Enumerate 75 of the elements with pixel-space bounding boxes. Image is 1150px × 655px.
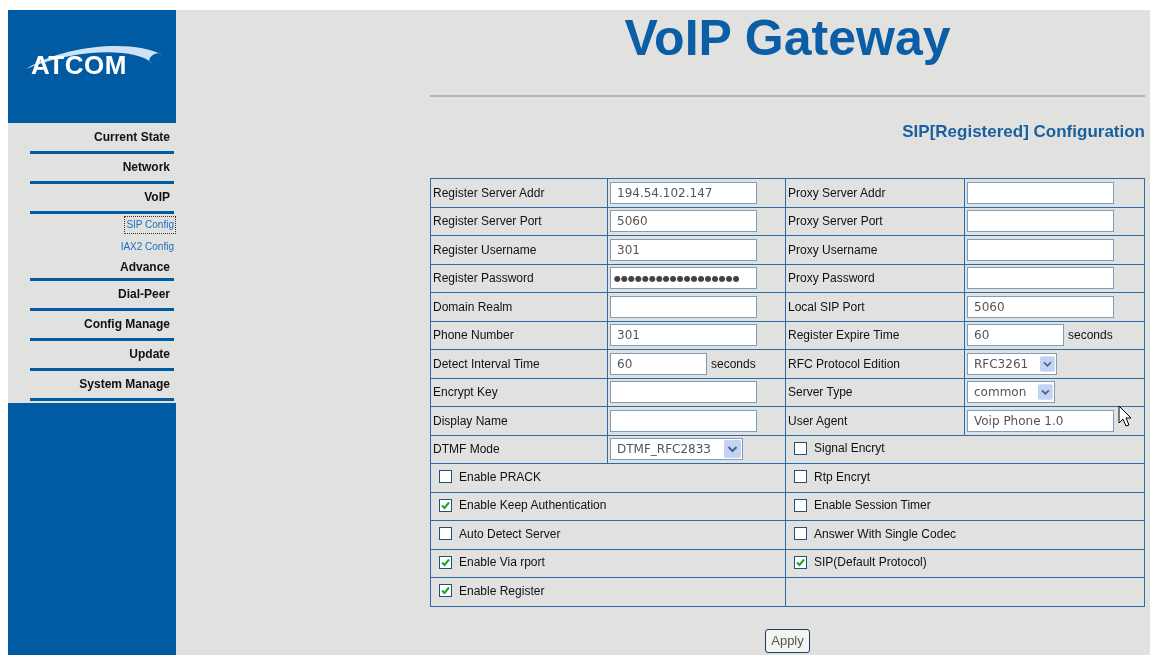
checked-checkbox[interactable] <box>439 584 452 597</box>
checkbox[interactable] <box>794 470 807 483</box>
dropdown[interactable]: common <box>967 381 1055 404</box>
page-title: VoIP Gateway <box>623 10 952 68</box>
input-field[interactable]: 194.54.102.147 <box>610 181 757 204</box>
input-field[interactable]: Voip Phone 1.0 <box>967 409 1114 432</box>
checkbox-option[interactable]: Enable Register <box>433 583 545 598</box>
input-field[interactable]: 5060 <box>967 295 1114 318</box>
checkbox-option[interactable]: Signal Encryt <box>788 441 885 455</box>
input-field[interactable] <box>610 295 757 318</box>
input-field[interactable]: 60 <box>967 324 1064 347</box>
input-field[interactable] <box>610 409 757 432</box>
field-label: Encrypt Key <box>433 385 498 400</box>
field-label: RFC Protocol Edition <box>788 356 901 371</box>
field-label: Display Name <box>433 413 508 428</box>
input-field[interactable] <box>967 267 1114 290</box>
sidebar-item[interactable]: Network <box>30 154 174 184</box>
input-field[interactable] <box>610 381 757 404</box>
input-field[interactable] <box>967 238 1114 261</box>
chevron-down-icon <box>1038 383 1053 402</box>
checkbox-option[interactable]: Rtp Encryt <box>788 469 870 484</box>
checkbox-option[interactable]: Enable Session Timer <box>788 498 931 512</box>
field-label: Register Password <box>433 271 534 286</box>
input-field[interactable]: 60 <box>610 352 707 375</box>
unit-label: seconds <box>711 356 756 371</box>
field-label: Detect Interval Time <box>433 356 540 371</box>
checkbox[interactable] <box>794 441 807 455</box>
field-label: User Agent <box>788 413 848 428</box>
field-label: Phone Number <box>433 328 514 343</box>
input-field[interactable]: 301 <box>610 238 757 261</box>
checkbox[interactable] <box>439 470 452 483</box>
sidebar-item[interactable]: Dial-Peer <box>30 281 174 311</box>
section-title: SIP[Registered] Configuration <box>902 122 1145 142</box>
checkbox[interactable] <box>794 498 807 512</box>
dropdown[interactable]: RFC3261 <box>967 352 1057 375</box>
sidebar-item[interactable]: Update <box>30 341 174 371</box>
field-label: Register Username <box>433 242 537 257</box>
checked-checkbox[interactable] <box>439 555 452 569</box>
checkbox[interactable] <box>794 527 807 540</box>
sidebar-item[interactable]: Advance <box>30 258 174 281</box>
field-label: Register Expire Time <box>788 328 900 343</box>
checkbox-option[interactable]: Enable Via rport <box>433 555 545 569</box>
chevron-down-icon <box>1040 354 1055 373</box>
field-label: Local SIP Port <box>788 299 865 314</box>
apply-button[interactable]: Apply <box>765 628 810 653</box>
sidebar-item[interactable]: Config Manage <box>30 311 174 341</box>
mouse-pointer-icon <box>1118 405 1132 427</box>
checkbox-option[interactable]: Enable PRACK <box>433 469 542 484</box>
password-field[interactable]: ●●●●●●●●●●●●●●●●●● <box>610 267 757 290</box>
input-field[interactable]: 5060 <box>610 210 757 233</box>
field-label: DTMF Mode <box>433 442 500 457</box>
input-field[interactable] <box>967 210 1114 233</box>
input-field[interactable] <box>967 181 1114 204</box>
chevron-down-icon <box>724 440 741 459</box>
sidebar-item[interactable]: Current State <box>30 124 174 154</box>
field-label: Proxy Username <box>788 242 878 257</box>
sidebar-item[interactable]: VoIP <box>30 184 174 214</box>
field-label: Domain Realm <box>433 299 513 314</box>
field-label: Register Server Port <box>433 214 542 229</box>
input-field[interactable]: 301 <box>610 324 757 347</box>
checkbox[interactable] <box>439 527 452 540</box>
unit-label: seconds <box>1068 328 1113 343</box>
field-label: Proxy Server Port <box>788 214 883 229</box>
sidebar-subitem[interactable]: SIP Config <box>124 216 176 234</box>
checked-checkbox[interactable] <box>439 498 452 512</box>
logo-text: ATCOM <box>31 50 127 81</box>
field-label: Register Server Addr <box>433 185 545 200</box>
field-label: Server Type <box>788 385 853 400</box>
dropdown[interactable]: DTMF_RFC2833 <box>610 438 743 461</box>
field-label: Proxy Server Addr <box>788 185 886 200</box>
field-label: Proxy Password <box>788 271 875 286</box>
checked-checkbox[interactable] <box>794 555 807 569</box>
checkbox-option[interactable]: Auto Detect Server <box>433 526 561 541</box>
checkbox-option[interactable]: SIP(Default Protocol) <box>788 555 927 569</box>
sidebar-subitem[interactable]: IAX2 Config <box>118 238 176 256</box>
